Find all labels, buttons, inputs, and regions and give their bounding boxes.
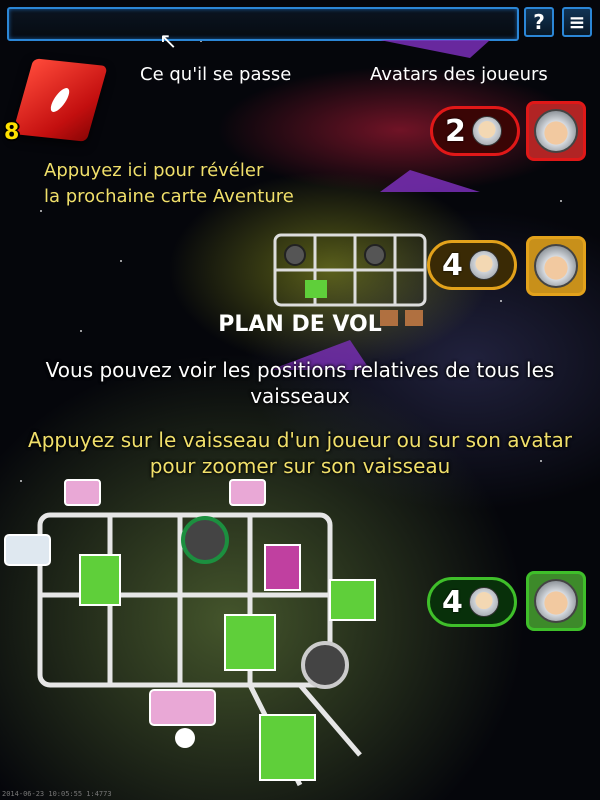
astronaut-icon xyxy=(471,116,502,146)
hint-card-line2: la prochaine carte Aventure xyxy=(44,186,294,207)
player-avatar-green[interactable] xyxy=(526,571,586,631)
flight-plan-instruction: Appuyez sur le vaisseau d'un joueur ou s… xyxy=(28,428,572,478)
player-position-bubble-yellow[interactable]: 4 xyxy=(427,240,517,290)
hint-event-bar: Ce qu'il se passe xyxy=(140,64,292,85)
card-symbol-icon xyxy=(47,85,73,115)
astronaut-icon xyxy=(468,250,499,280)
menu-button[interactable]: ≡ xyxy=(562,7,592,37)
event-log-bar[interactable] xyxy=(7,7,519,41)
astronaut-avatar-icon xyxy=(534,579,578,623)
deck-count: 8 xyxy=(4,120,20,145)
help-button[interactable]: ? xyxy=(524,7,554,37)
track-marker xyxy=(380,40,490,58)
player-avatar-red[interactable] xyxy=(526,101,586,161)
debug-timestamp: 2014-06-23 10:05:55 1:4773 xyxy=(2,790,112,798)
flight-plan-description: Vous pouvez voir les positions relatives… xyxy=(45,358,555,408)
player-position: 4 xyxy=(442,584,463,620)
astronaut-avatar-icon xyxy=(534,244,578,288)
player-avatar-yellow[interactable] xyxy=(526,236,586,296)
track-marker xyxy=(380,170,480,192)
hint-avatars: Avatars des joueurs xyxy=(370,64,548,85)
player-position: 4 xyxy=(442,247,463,283)
flight-plan-title: PLAN DE VOL xyxy=(218,312,382,337)
hint-card-line1: Appuyez ici pour révéler xyxy=(44,160,264,181)
player-position-bubble-red[interactable]: 2 xyxy=(430,106,520,156)
astronaut-icon xyxy=(468,587,499,617)
astronaut-avatar-icon xyxy=(534,109,578,153)
player-position-bubble-green[interactable]: 4 xyxy=(427,577,517,627)
player-position: 2 xyxy=(445,113,466,149)
player-ship-green[interactable] xyxy=(0,475,390,800)
